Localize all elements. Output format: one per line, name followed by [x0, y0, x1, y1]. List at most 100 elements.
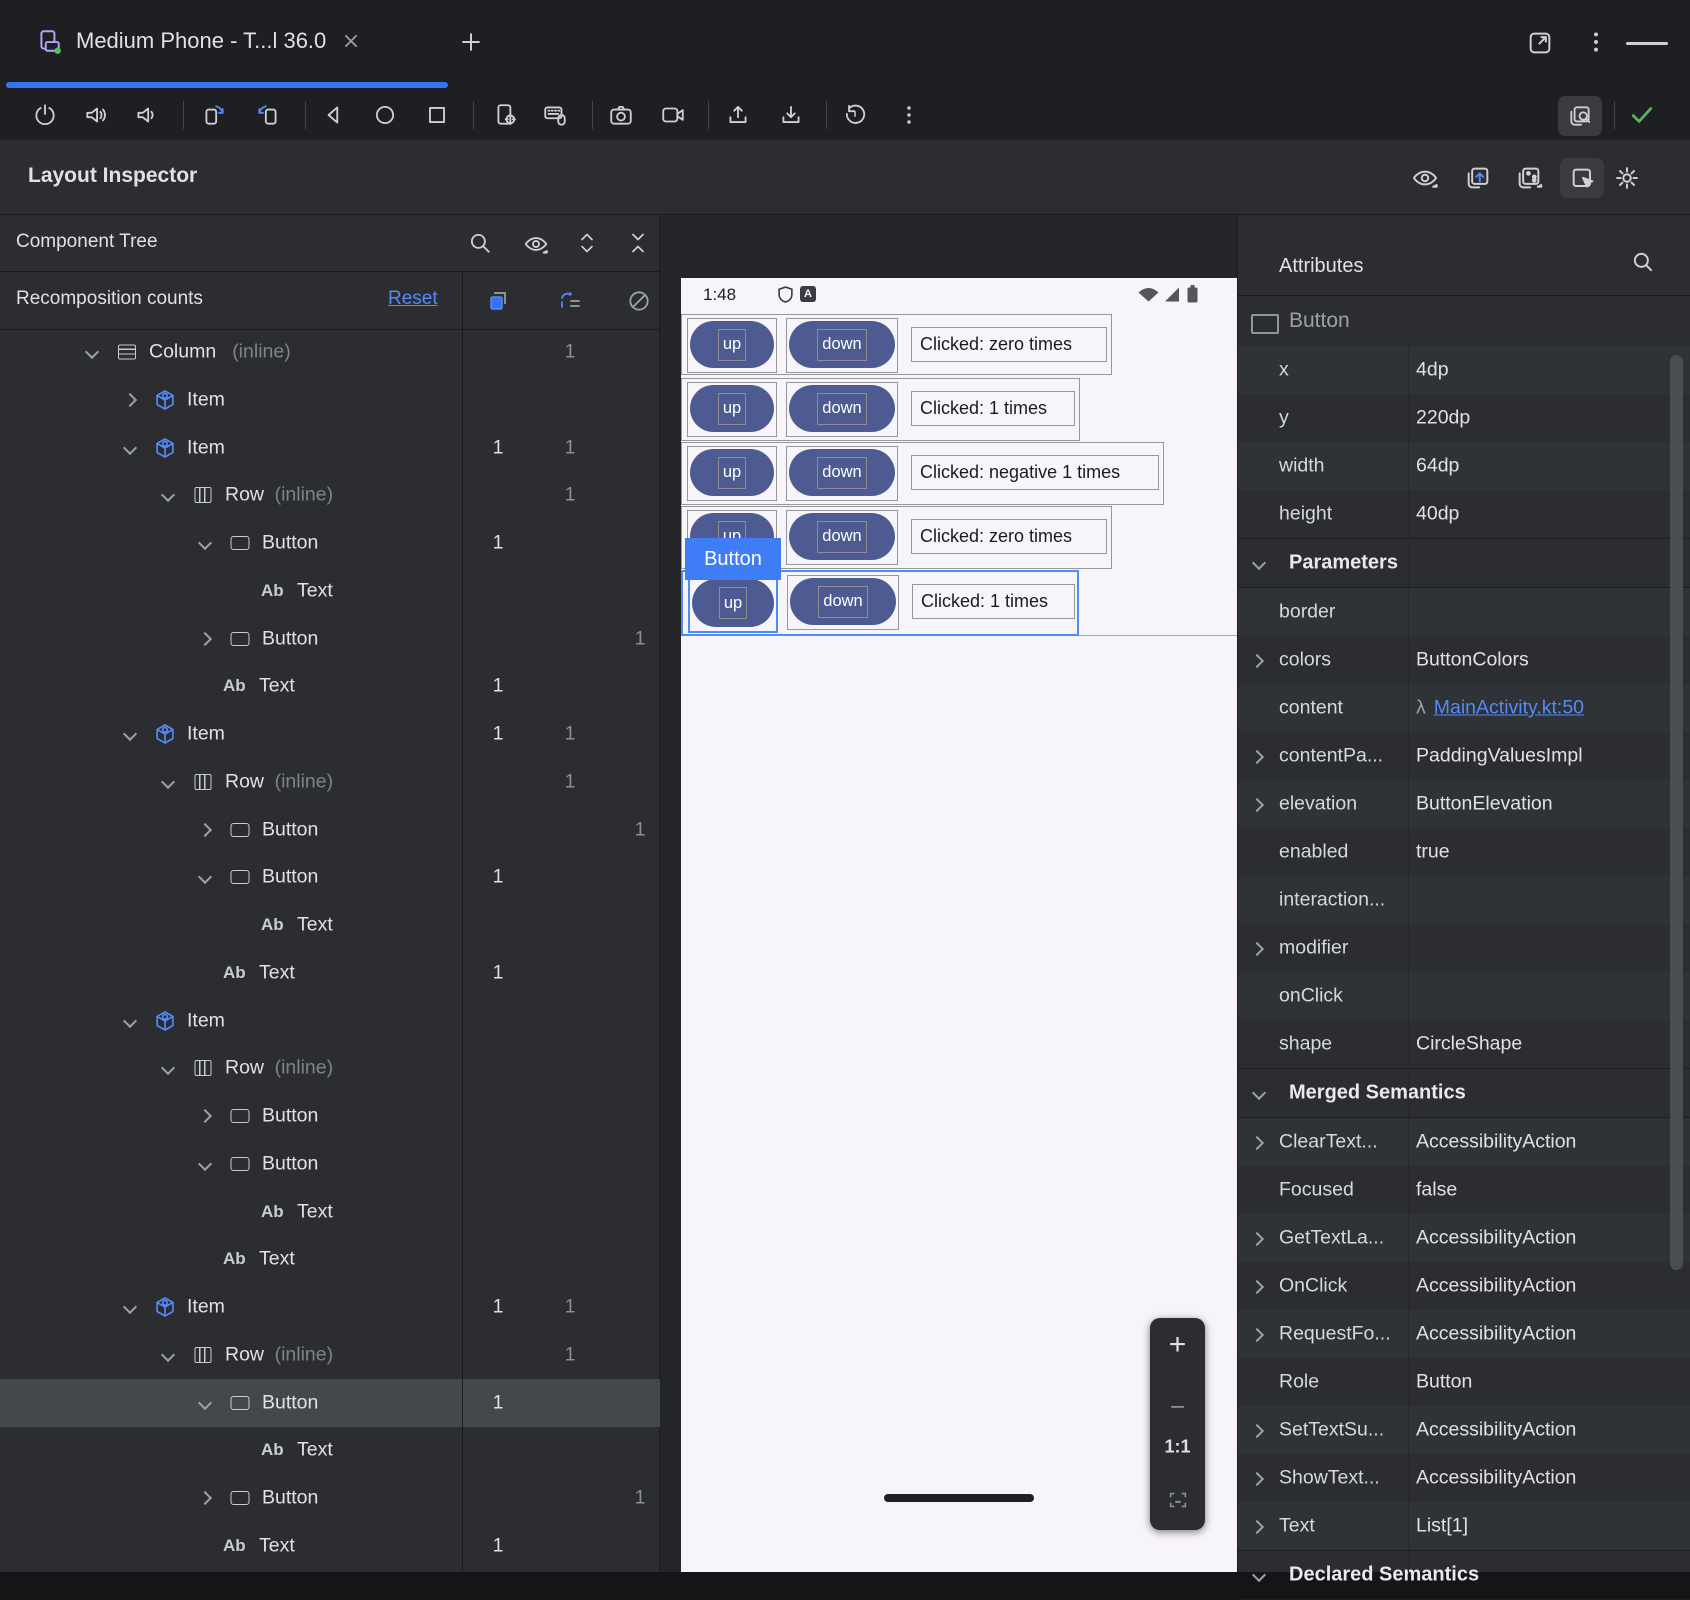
- expand-all-icon[interactable]: [575, 230, 599, 256]
- download-icon[interactable]: [773, 97, 809, 133]
- geometry-row-width[interactable]: width64dp: [1238, 442, 1690, 490]
- chevron-down-icon[interactable]: [198, 870, 212, 884]
- chevron-down-icon[interactable]: [85, 345, 99, 359]
- parameter-row-elevation[interactable]: elevationButtonElevation: [1238, 780, 1690, 828]
- down-button[interactable]: down: [789, 513, 895, 560]
- tree-row-button-6[interactable]: Button1: [0, 615, 660, 663]
- down-button-bounds[interactable]: down: [786, 382, 898, 437]
- chevron-down-icon[interactable]: [1252, 556, 1266, 570]
- toolbar-kebab-icon[interactable]: [891, 97, 927, 133]
- up-button[interactable]: up: [690, 449, 774, 496]
- tree-row-item-2[interactable]: Item11: [0, 424, 660, 472]
- chevron-right-icon[interactable]: [1250, 1280, 1264, 1294]
- chevron-down-icon[interactable]: [123, 1014, 137, 1028]
- minimize-icon[interactable]: [1626, 40, 1668, 46]
- semantics-row-ShowText[interactable]: ShowText...AccessibilityAction: [1238, 1454, 1690, 1502]
- geometry-row-x[interactable]: x4dp: [1238, 346, 1690, 394]
- tree-row-column-0[interactable]: Column(inline)1: [0, 330, 660, 376]
- upload-icon[interactable]: [720, 97, 756, 133]
- down-button-bounds[interactable]: down: [786, 446, 898, 501]
- semantics-row-OnClick[interactable]: OnClickAccessibilityAction: [1238, 1262, 1690, 1310]
- tree-row-text-23[interactable]: AbText: [0, 1426, 660, 1474]
- geometry-row-y[interactable]: y220dp: [1238, 394, 1690, 442]
- chevron-right-icon[interactable]: [1250, 798, 1264, 812]
- chevron-right-icon[interactable]: [1250, 750, 1264, 764]
- tree-row-text-5[interactable]: AbText: [0, 567, 660, 615]
- tree-row-button-10[interactable]: Button1: [0, 806, 660, 854]
- parameter-row-colors[interactable]: colorsButtonColors: [1238, 636, 1690, 684]
- up-button[interactable]: up: [690, 385, 774, 432]
- down-button-bounds[interactable]: down: [786, 318, 898, 373]
- semantics-row-RequestFo[interactable]: RequestFo...AccessibilityAction: [1238, 1310, 1690, 1358]
- tree-row-text-13[interactable]: AbText1: [0, 949, 660, 997]
- zoom-in-button[interactable]: +: [1169, 1328, 1187, 1362]
- chevron-right-icon[interactable]: [1250, 1520, 1264, 1534]
- inspect-layers-icon[interactable]: [1567, 103, 1593, 129]
- tree-row-item-1[interactable]: Item: [0, 376, 660, 424]
- parameter-row-content[interactable]: contentλMainActivity.kt:50: [1238, 684, 1690, 732]
- down-button-bounds[interactable]: down: [786, 510, 898, 565]
- geometry-row-height[interactable]: height40dp: [1238, 490, 1690, 538]
- zoom-out-button[interactable]: −: [1170, 1392, 1185, 1423]
- device-settings-icon[interactable]: [488, 97, 524, 133]
- parameter-row-onClick[interactable]: onClick: [1238, 972, 1690, 1020]
- tree-visibility-icon[interactable]: [522, 231, 550, 257]
- chevron-down-icon[interactable]: [1252, 1086, 1266, 1100]
- chevron-down-icon[interactable]: [198, 1157, 212, 1171]
- tree-row-text-18[interactable]: AbText: [0, 1188, 660, 1236]
- tree-row-text-19[interactable]: AbText: [0, 1235, 660, 1283]
- tree-row-text-7[interactable]: AbText1: [0, 662, 660, 710]
- attributes-scrollbar[interactable]: [1670, 355, 1683, 1270]
- semantics-row-Focused[interactable]: Focusedfalse: [1238, 1166, 1690, 1214]
- home-icon[interactable]: [367, 97, 403, 133]
- chevron-right-icon[interactable]: [198, 1109, 212, 1123]
- parameter-row-enabled[interactable]: enabledtrue: [1238, 828, 1690, 876]
- up-button-bounds[interactable]: up: [688, 575, 778, 633]
- semantics-row-Text[interactable]: TextList[1]: [1238, 1502, 1690, 1550]
- chevron-down-icon[interactable]: [161, 775, 175, 789]
- chevron-down-icon[interactable]: [123, 1300, 137, 1314]
- chevron-right-icon[interactable]: [123, 393, 137, 407]
- rotate-left-icon[interactable]: [196, 97, 232, 133]
- up-button-bounds[interactable]: up: [687, 446, 777, 501]
- keyboard-mouse-icon[interactable]: [537, 97, 573, 133]
- down-button[interactable]: down: [789, 449, 895, 496]
- tree-row-item-20[interactable]: Item11: [0, 1283, 660, 1331]
- chevron-right-icon[interactable]: [1250, 1424, 1264, 1438]
- chevron-right-icon[interactable]: [1250, 654, 1264, 668]
- volume-down-icon[interactable]: [128, 97, 164, 133]
- restore-snapshot-icon[interactable]: [837, 97, 873, 133]
- declared-semantics-section-header[interactable]: Declared Semantics: [1238, 1550, 1690, 1600]
- semantics-row-SetTextSu[interactable]: SetTextSu...AccessibilityAction: [1238, 1406, 1690, 1454]
- home-indicator[interactable]: [884, 1494, 1034, 1502]
- select-component-icon[interactable]: [1569, 165, 1597, 193]
- semantics-row-Role[interactable]: RoleButton: [1238, 1358, 1690, 1406]
- collapse-all-icon[interactable]: [626, 230, 650, 256]
- up-button-bounds[interactable]: up: [687, 318, 777, 373]
- open-in-new-window-icon[interactable]: [1526, 29, 1554, 57]
- volume-up-icon[interactable]: [78, 97, 114, 133]
- power-icon[interactable]: [27, 97, 63, 133]
- parameter-row-shape[interactable]: shapeCircleShape: [1238, 1020, 1690, 1068]
- fit-screen-icon[interactable]: [1167, 1489, 1189, 1511]
- parameters-section-header[interactable]: Parameters: [1238, 538, 1690, 588]
- parameter-row-interaction[interactable]: interaction...: [1238, 876, 1690, 924]
- new-tab-button[interactable]: [458, 29, 484, 55]
- back-icon[interactable]: [316, 97, 352, 133]
- screen-record-icon[interactable]: [655, 97, 691, 133]
- reset-counts-link[interactable]: Reset: [388, 288, 438, 310]
- tree-row-row-3[interactable]: Row(inline)1: [0, 471, 660, 519]
- layout-mode-icon[interactable]: [1514, 164, 1544, 192]
- chevron-down-icon[interactable]: [161, 1061, 175, 1075]
- chevron-down-icon[interactable]: [1252, 1568, 1266, 1582]
- down-button[interactable]: down: [789, 321, 895, 368]
- down-button-bounds[interactable]: down: [787, 575, 899, 630]
- chevron-right-icon[interactable]: [1250, 1472, 1264, 1486]
- tree-row-button-11[interactable]: Button1: [0, 853, 660, 901]
- screenshot-camera-icon[interactable]: [603, 97, 639, 133]
- tree-row-button-22[interactable]: Button1: [0, 1379, 660, 1427]
- visibility-options-icon[interactable]: [1410, 164, 1440, 192]
- tree-row-button-17[interactable]: Button: [0, 1140, 660, 1188]
- chevron-right-icon[interactable]: [1250, 942, 1264, 956]
- chevron-down-icon[interactable]: [161, 488, 175, 502]
